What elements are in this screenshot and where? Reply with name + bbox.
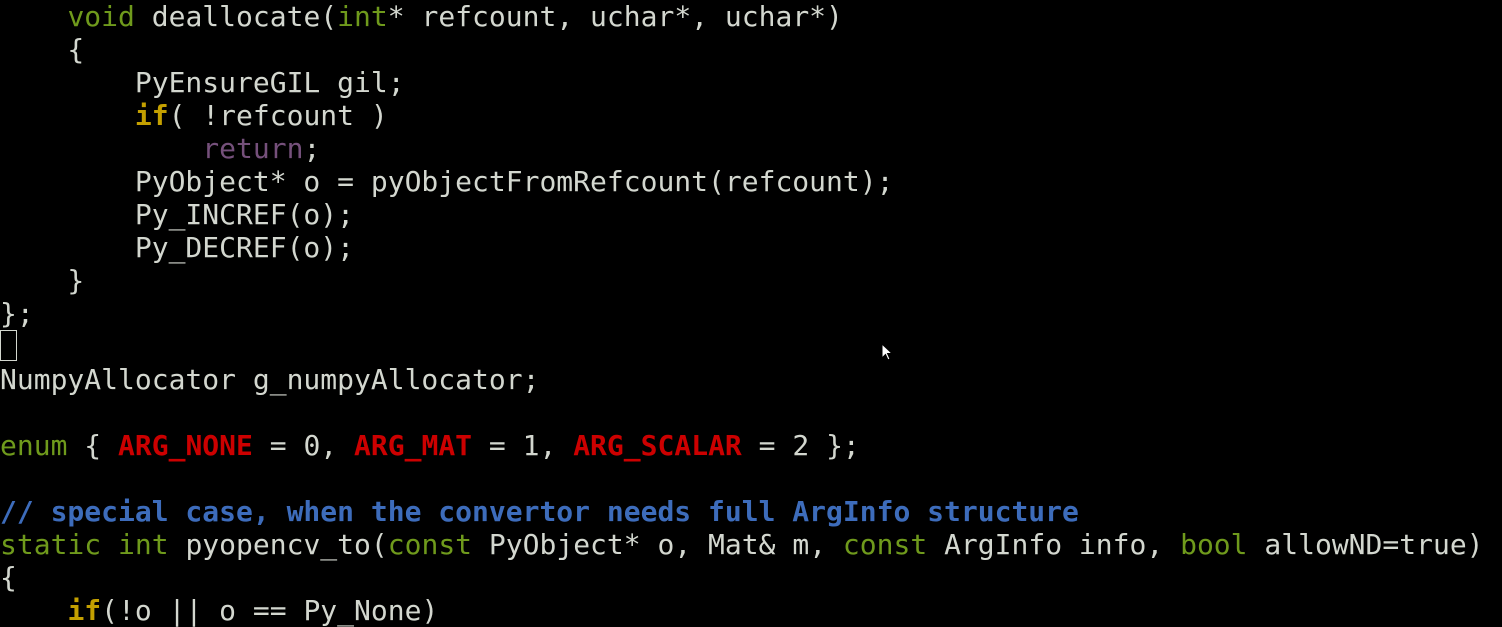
code-token: } — [0, 264, 85, 297]
code-line[interactable]: PyObject* o = pyObjectFromRefcount(refco… — [0, 165, 894, 198]
code-token-kw-green: void — [67, 0, 135, 33]
code-token: ArgInfo info, — [927, 528, 1181, 561]
code-line[interactable]: NumpyAllocator g_numpyAllocator; — [0, 363, 539, 396]
code-line[interactable]: { — [0, 561, 17, 594]
text-cursor — [0, 330, 17, 361]
code-token: * refcount, uchar*, uchar*) — [387, 0, 843, 33]
code-line[interactable]: void deallocate(int* refcount, uchar*, u… — [0, 0, 843, 33]
code-token: { — [0, 33, 85, 66]
code-line[interactable]: Py_DECREF(o); — [0, 231, 354, 264]
code-token-const-red: ARG_SCALAR — [573, 429, 742, 462]
code-token: = 0, — [252, 429, 355, 462]
code-token: deallocate( — [134, 0, 338, 33]
code-token-kw-green: int — [118, 528, 169, 561]
code-token-kw-green: enum — [0, 429, 68, 462]
code-token: }; — [0, 297, 34, 330]
code-token: = 2 }; — [741, 429, 860, 462]
code-token-const-red: ARG_NONE — [118, 429, 253, 462]
code-token: = 1, — [472, 429, 574, 462]
code-token: allowND=true) — [1247, 528, 1484, 561]
code-token: { — [67, 429, 119, 462]
code-token-kw-yellow: if — [67, 594, 102, 627]
code-line[interactable]: if(!o || o == Py_None) — [0, 594, 438, 627]
code-token-kw-purple: return — [202, 132, 304, 165]
code-token: PyObject* o = pyObjectFromRefcount(refco… — [0, 165, 894, 198]
code-token-const-red: ARG_MAT — [354, 429, 473, 462]
code-token-kw-green: bool — [1180, 528, 1248, 561]
code-line[interactable]: if( !refcount ) — [0, 99, 388, 132]
code-line[interactable]: }; — [0, 297, 34, 330]
code-line[interactable]: // special case, when the convertor need… — [0, 495, 1079, 528]
code-token: PyEnsureGIL gil; — [0, 66, 405, 99]
code-line[interactable]: Py_INCREF(o); — [0, 198, 354, 231]
code-line[interactable]: { — [0, 33, 84, 66]
mouse-pointer-icon — [881, 343, 893, 361]
code-token-kw-green: const — [842, 528, 928, 561]
code-token: NumpyAllocator g_numpyAllocator; — [0, 363, 540, 396]
code-line[interactable]: static int pyopencv_to(const PyObject* o… — [0, 528, 1484, 561]
code-line[interactable]: return; — [0, 132, 320, 165]
code-token: ( !refcount ) — [168, 99, 388, 132]
code-line[interactable]: PyEnsureGIL gil; — [0, 66, 405, 99]
code-token: ; — [303, 132, 321, 165]
code-token-comment: // special case, when the convertor need… — [0, 495, 1079, 528]
code-token: (!o || o == Py_None) — [101, 594, 439, 627]
code-token-kw-green: static — [0, 528, 102, 561]
code-line[interactable]: enum { ARG_NONE = 0, ARG_MAT = 1, ARG_SC… — [0, 429, 860, 462]
code-token: Py_INCREF(o); — [0, 198, 355, 231]
code-token-kw-green: int — [337, 0, 388, 33]
code-token: PyObject* o, Mat& m, — [472, 528, 843, 561]
code-token-kw-green: const — [387, 528, 473, 561]
code-token-kw-yellow: if — [134, 99, 169, 132]
code-token: { — [0, 561, 17, 594]
terminal-window[interactable]: void deallocate(int* refcount, uchar*, u… — [0, 0, 1502, 627]
code-line[interactable]: } — [0, 264, 84, 297]
code-token: Py_DECREF(o); — [0, 231, 355, 264]
code-token: pyopencv_to( — [168, 528, 388, 561]
